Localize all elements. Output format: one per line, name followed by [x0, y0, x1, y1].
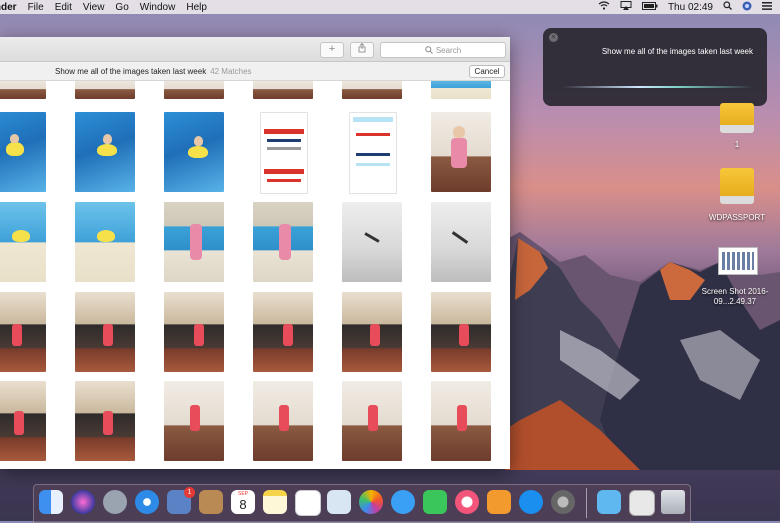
itunes-icon[interactable] — [455, 490, 479, 514]
notes-icon[interactable] — [263, 490, 287, 514]
menu-help[interactable]: Help — [186, 2, 207, 13]
photo-thumbnail[interactable] — [431, 81, 491, 99]
facetime-icon[interactable] — [423, 490, 447, 514]
preview-icon[interactable] — [327, 490, 351, 514]
search-icon — [425, 46, 433, 54]
search-results-bar: Show me all of the images taken last wee… — [0, 62, 510, 81]
photo-thumbnail-ad[interactable] — [349, 112, 397, 194]
photo-thumbnail[interactable] — [342, 81, 402, 99]
messages-icon[interactable] — [391, 490, 415, 514]
photo-thumbnail[interactable] — [0, 112, 46, 192]
photo-thumbnail[interactable] — [431, 292, 491, 372]
photo-thumbnail[interactable] — [75, 381, 135, 461]
siri-utterance: Show me all of the images taken last wee… — [601, 47, 753, 56]
photo-thumbnail[interactable] — [75, 202, 135, 282]
launchpad-icon[interactable] — [103, 490, 127, 514]
photo-thumbnail[interactable] — [431, 112, 491, 192]
ibooks-icon[interactable] — [487, 490, 511, 514]
siri-waveform — [563, 86, 753, 88]
app-store-icon[interactable] — [519, 490, 543, 514]
safari-icon[interactable] — [135, 490, 159, 514]
mail-badge: 1 — [184, 487, 195, 498]
search-field[interactable]: Search — [380, 42, 506, 58]
search-placeholder: Search — [435, 45, 462, 55]
photos-window: + Search Show me all of the images taken… — [0, 37, 510, 469]
photo-thumbnail[interactable] — [0, 292, 46, 372]
screenshot-file-icon[interactable] — [718, 247, 758, 275]
photo-thumbnail[interactable] — [253, 292, 313, 372]
airplay-icon[interactable] — [620, 1, 632, 13]
menu-file[interactable]: File — [28, 2, 44, 13]
finder-icon[interactable] — [39, 490, 63, 514]
photo-thumbnail[interactable] — [0, 381, 46, 461]
menu-view[interactable]: View — [83, 2, 105, 13]
siri-panel: × Show me all of the images taken last w… — [543, 28, 767, 106]
photo-thumbnail[interactable] — [75, 81, 135, 99]
photo-thumbnail[interactable] — [164, 112, 224, 192]
photo-thumbnail[interactable] — [253, 381, 313, 461]
system-preferences-icon[interactable] — [551, 490, 575, 514]
menu-window[interactable]: Window — [140, 2, 176, 13]
menu-edit[interactable]: Edit — [55, 2, 72, 13]
photos-icon[interactable] — [359, 490, 383, 514]
photo-thumbnail[interactable] — [164, 81, 224, 99]
wifi-icon[interactable] — [598, 1, 610, 13]
photo-thumbnail[interactable] — [164, 292, 224, 372]
photo-thumbnail[interactable] — [342, 292, 402, 372]
menu-go[interactable]: Go — [115, 2, 128, 13]
external-drive-icon[interactable] — [720, 168, 754, 204]
calendar-icon[interactable]: SEP 8 — [231, 490, 255, 514]
add-button[interactable]: + — [320, 42, 344, 58]
photo-thumbnail[interactable] — [75, 292, 135, 372]
photo-thumbnail[interactable] — [164, 381, 224, 461]
photo-thumbnail-ad[interactable] — [260, 112, 308, 194]
photo-thumbnail[interactable] — [253, 202, 313, 282]
cancel-button[interactable]: Cancel — [469, 65, 505, 78]
screenshot-stack-icon[interactable] — [629, 490, 655, 516]
match-count: 42 Matches — [210, 67, 252, 76]
siri-close-button[interactable]: × — [549, 33, 558, 42]
share-button[interactable] — [350, 42, 374, 58]
photo-thumbnail[interactable] — [431, 381, 491, 461]
photo-thumbnail[interactable] — [0, 202, 46, 282]
siri-icon[interactable] — [71, 490, 95, 514]
dock-separator — [586, 488, 587, 518]
desktop-icon-label[interactable]: 1 — [700, 140, 774, 149]
trash-icon[interactable] — [661, 490, 685, 514]
photo-thumbnail[interactable] — [342, 202, 402, 282]
app-menu-finder[interactable]: Finder — [0, 2, 17, 13]
share-icon — [358, 42, 366, 53]
menu-bar: Finder File Edit View Go Window Help Thu… — [0, 0, 780, 14]
photo-thumbnail[interactable] — [342, 381, 402, 461]
photo-grid — [0, 81, 510, 469]
query-label: Show me all of the images taken last wee… — [55, 67, 252, 76]
contacts-icon[interactable] — [199, 490, 223, 514]
close-icon: × — [551, 34, 556, 41]
photo-thumbnail[interactable] — [164, 202, 224, 282]
query-text: Show me all of the images taken last wee… — [55, 67, 207, 76]
reminders-icon[interactable] — [295, 490, 321, 516]
drive-icon[interactable] — [720, 103, 754, 133]
desktop-icon-label[interactable]: WDPASSPORT — [700, 213, 774, 222]
notification-center-icon[interactable] — [762, 1, 772, 13]
status-area: Thu 02:49 — [598, 0, 772, 14]
photo-thumbnail[interactable] — [431, 202, 491, 282]
menubar-clock[interactable]: Thu 02:49 — [668, 2, 713, 13]
photo-thumbnail[interactable] — [0, 81, 46, 99]
photo-thumbnail[interactable] — [253, 81, 313, 99]
desktop-icon-label[interactable]: Screen Shot 2016-09...2.49.37 — [692, 287, 778, 307]
spotlight-search-icon[interactable] — [723, 1, 732, 13]
photos-toolbar: + Search — [0, 37, 510, 62]
calendar-day: 8 — [239, 497, 247, 512]
battery-icon[interactable] — [641, 1, 658, 13]
downloads-folder-icon[interactable] — [597, 490, 621, 514]
siri-menubar-icon[interactable] — [742, 1, 752, 14]
photo-thumbnail[interactable] — [75, 112, 135, 192]
